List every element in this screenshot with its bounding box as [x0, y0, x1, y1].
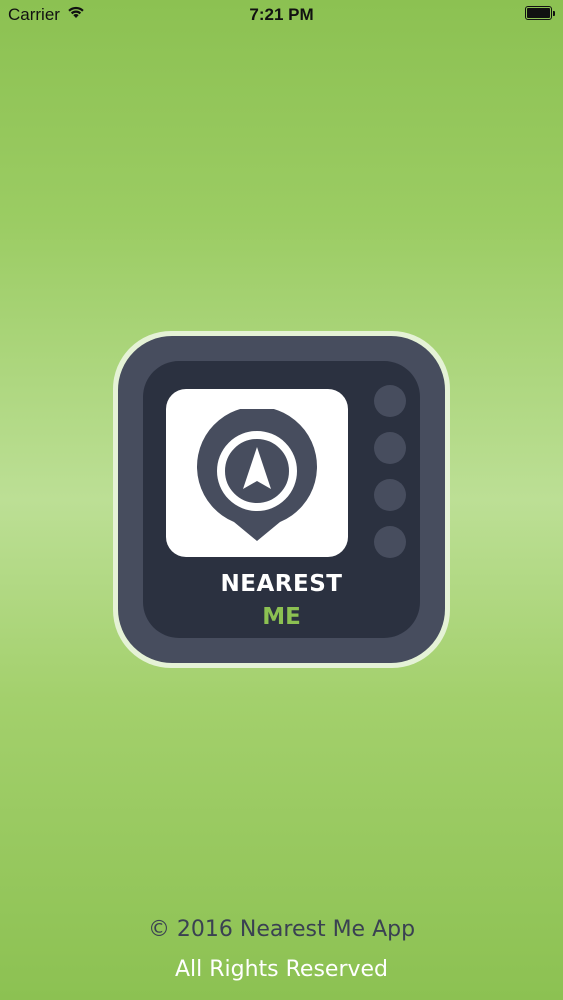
clock: 7:21 PM	[249, 5, 314, 24]
brand-subtitle: ME	[262, 604, 301, 630]
app-logo-card	[166, 389, 348, 557]
indicator-dot	[374, 432, 406, 464]
copyright-text: © 2016 Nearest Me App	[147, 917, 416, 942]
rights-text: All Rights Reserved	[174, 957, 389, 982]
indicator-dot	[374, 526, 406, 558]
brand-title: NEAREST	[220, 571, 343, 597]
app-logo: NEAREST ME	[113, 331, 450, 668]
location-pin-icon	[197, 409, 317, 541]
status-bar: Carrier 7:21 PM	[0, 0, 563, 30]
battery-icon	[525, 6, 555, 21]
indicator-dot	[374, 385, 406, 417]
indicator-dot	[374, 479, 406, 511]
